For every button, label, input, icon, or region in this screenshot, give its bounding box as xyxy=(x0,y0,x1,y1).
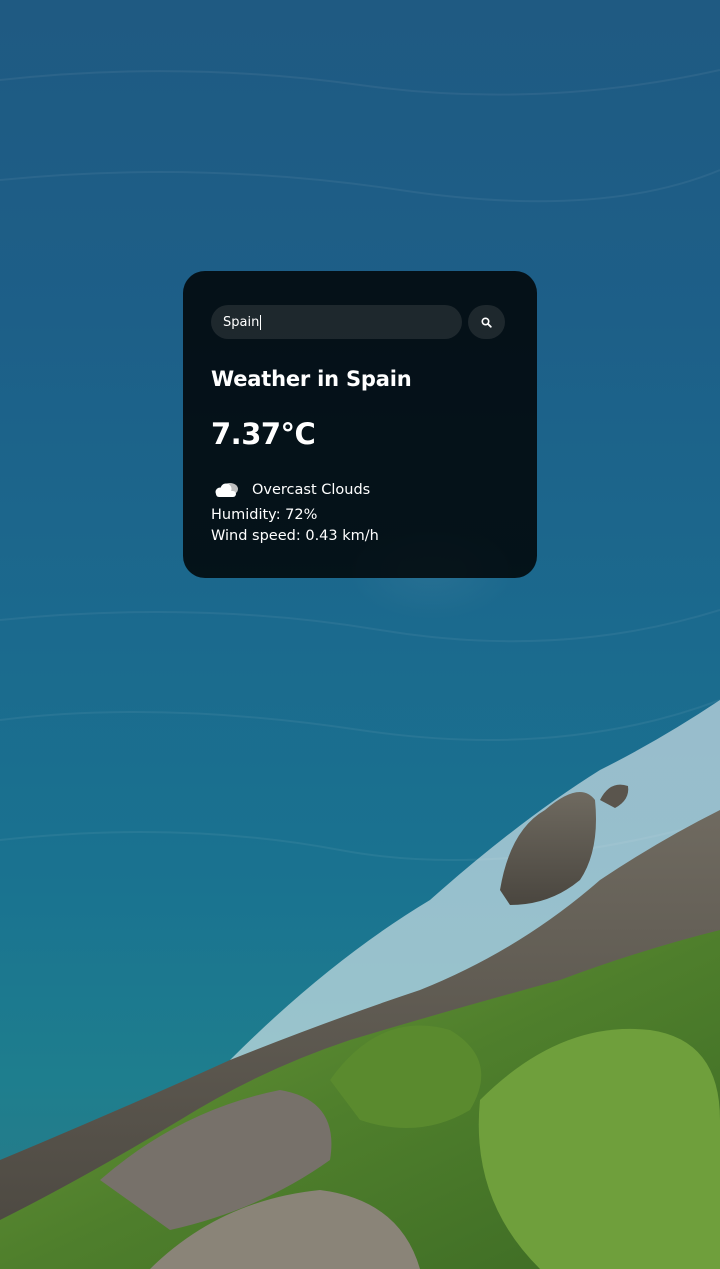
weather-title: Weather in Spain xyxy=(211,367,412,391)
search-input[interactable]: Spain xyxy=(211,305,462,339)
overcast-clouds-icon xyxy=(211,477,247,503)
weather-card: Spain Weather in Spain 7.37°C Overcast C… xyxy=(183,271,537,578)
search-icon xyxy=(481,313,492,332)
weather-description: Overcast Clouds xyxy=(252,482,371,498)
wind-speed: Wind speed: 0.43 km/h xyxy=(211,528,379,544)
weather-description-row: Overcast Clouds xyxy=(211,477,509,503)
text-caret xyxy=(260,314,262,330)
background-photo xyxy=(0,0,720,1269)
humidity: Humidity: 72% xyxy=(211,507,318,523)
search-bar: Spain xyxy=(211,305,509,339)
search-button[interactable] xyxy=(468,305,505,339)
temperature: 7.37°C xyxy=(211,417,316,451)
search-input-value: Spain xyxy=(223,314,260,330)
